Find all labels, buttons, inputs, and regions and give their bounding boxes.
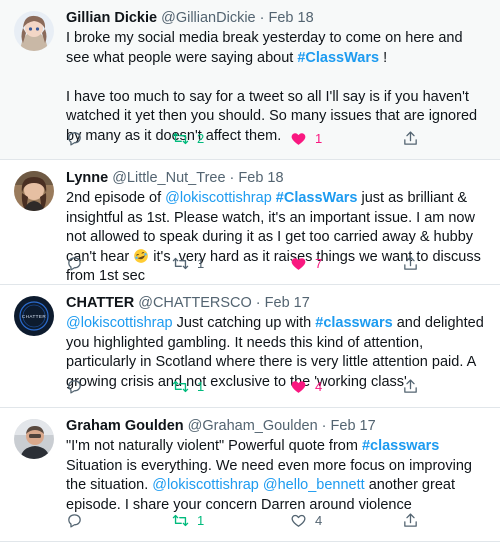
avatar[interactable]: CHATTER [14, 296, 54, 336]
heart-icon [291, 133, 306, 145]
tweet-date[interactable]: Feb 18 [238, 170, 283, 186]
author-handle[interactable]: @GillianDickie [161, 10, 256, 26]
like-button[interactable]: 4 [290, 378, 322, 395]
retweet-icon [172, 380, 189, 393]
retweet-count: 1 [197, 379, 205, 394]
tweet[interactable]: Graham Goulden @Graham_Goulden · Feb 17 … [0, 408, 500, 542]
like-count: 4 [315, 513, 323, 528]
share-icon [404, 131, 417, 145]
hashtag-link[interactable]: #ClassWars [276, 190, 358, 206]
avatar[interactable] [14, 11, 54, 51]
retweet-icon [172, 514, 189, 527]
heart-icon [291, 381, 306, 393]
hashtag-link[interactable]: #classwars [315, 315, 392, 331]
reply-button[interactable] [66, 378, 83, 395]
heart-icon [291, 258, 306, 270]
tweet-text: I broke my social media break yesterday … [66, 29, 488, 146]
tweet-date[interactable]: Feb 18 [269, 10, 314, 26]
reply-icon [68, 514, 81, 528]
share-button[interactable] [402, 130, 419, 147]
reply-icon [68, 132, 81, 146]
author-name[interactable]: Gillian Dickie [66, 10, 157, 26]
separator: · [225, 170, 239, 186]
share-icon [404, 256, 417, 270]
like-button[interactable]: 7 [290, 255, 322, 272]
retweet-count: 1 [197, 513, 205, 528]
author-name[interactable]: CHATTER [66, 295, 134, 311]
tweet-text-part: 2nd episode of [66, 190, 166, 206]
share-icon [404, 513, 417, 527]
tweet-actions: 1 7 [66, 255, 488, 275]
retweet-count: 1 [197, 256, 205, 271]
mention-link[interactable]: @lokiscottishrap [152, 477, 259, 493]
share-icon [404, 379, 417, 393]
tweet-text-part: "I'm not naturally violent" Powerful quo… [66, 438, 362, 454]
tweet-actions: 1 4 [66, 512, 488, 532]
like-count: 1 [315, 131, 323, 146]
hashtag-link[interactable]: #classwars [362, 438, 439, 454]
reply-icon [68, 380, 81, 394]
retweet-icon [172, 132, 189, 145]
author-handle[interactable]: @CHATTERSCO [138, 295, 252, 311]
avatar[interactable] [14, 171, 54, 211]
author-handle[interactable]: @Graham_Goulden [188, 418, 318, 434]
tweet[interactable]: CHATTER CHATTER @CHATTERSCO · Feb 17 @lo… [0, 285, 500, 408]
like-button[interactable]: 4 [290, 512, 322, 529]
share-button[interactable] [402, 378, 419, 395]
author-name[interactable]: Graham Goulden [66, 418, 184, 434]
tweet-date[interactable]: Feb 17 [331, 418, 376, 434]
tweet[interactable]: Gillian Dickie @GillianDickie · Feb 18 I… [0, 0, 500, 160]
hashtag-link[interactable]: #ClassWars [297, 50, 379, 66]
tweet-text-part: Just catching up with [172, 315, 316, 331]
share-button[interactable] [402, 512, 419, 529]
heart-icon [291, 514, 306, 527]
retweet-icon [172, 257, 189, 270]
reply-icon [68, 257, 81, 271]
avatar[interactable] [14, 419, 54, 459]
tweet[interactable]: Lynne @Little_Nut_Tree · Feb 18 2nd epis… [0, 160, 500, 285]
author-handle[interactable]: @Little_Nut_Tree [112, 170, 225, 186]
like-button[interactable]: 1 [290, 130, 322, 147]
tweet-text: "I'm not naturally violent" Powerful quo… [66, 437, 488, 515]
retweet-button[interactable]: 1 [172, 512, 204, 529]
reply-button[interactable] [66, 512, 83, 529]
separator: · [251, 295, 265, 311]
tweet-text-part: I broke my social media break yesterday … [66, 30, 467, 66]
tweet-actions: 2 1 [66, 130, 488, 150]
tweet-feed: Gillian Dickie @GillianDickie · Feb 18 I… [0, 0, 500, 542]
retweet-count: 2 [197, 131, 205, 146]
reply-button[interactable] [66, 130, 83, 147]
like-count: 4 [315, 379, 323, 394]
avatar-wordmark: CHATTER [22, 314, 46, 319]
retweet-button[interactable]: 1 [172, 378, 204, 395]
separator: · [317, 418, 331, 434]
retweet-button[interactable]: 2 [172, 130, 204, 147]
separator: · [255, 10, 269, 26]
retweet-button[interactable]: 1 [172, 255, 204, 272]
tweet-date[interactable]: Feb 17 [265, 295, 310, 311]
mention-link[interactable]: @lokiscottishrap [165, 190, 272, 206]
mention-link[interactable]: @lokiscottishrap [66, 315, 173, 331]
reply-button[interactable] [66, 255, 83, 272]
like-count: 7 [315, 256, 323, 271]
mention-link[interactable]: @hello_bennett [263, 477, 365, 493]
tweet-actions: 1 4 [66, 378, 488, 398]
share-button[interactable] [402, 255, 419, 272]
author-name[interactable]: Lynne [66, 170, 108, 186]
